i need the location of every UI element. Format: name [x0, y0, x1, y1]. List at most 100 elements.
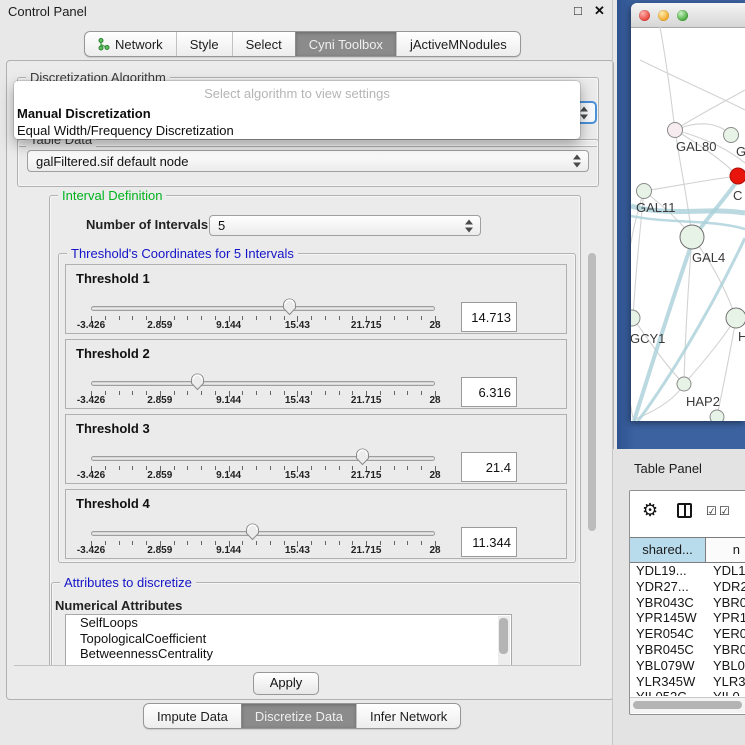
node-hap2[interactable] — [677, 377, 691, 391]
node-gal80[interactable] — [668, 123, 683, 138]
minor-tick — [270, 466, 271, 470]
table-row[interactable]: YIL052CYIL0 — [630, 689, 745, 696]
attributes-list-scrollbar[interactable] — [498, 616, 510, 665]
cell-shared-name: YDR27... — [630, 579, 706, 595]
table-toolbar: ⚙ ☑ ☑ — [630, 491, 745, 536]
node-label-gal11: GAL11 — [636, 200, 676, 215]
table-data-combobox[interactable]: galFiltered.sif default node — [27, 150, 589, 172]
table-row[interactable]: YBR043CYBR0 — [630, 595, 745, 611]
dropdown-option-equal-width-frequency[interactable]: Equal Width/Frequency Discretization — [17, 122, 577, 139]
table-row[interactable]: YLR345WYLR3 — [630, 674, 745, 690]
network-canvas[interactable]: GAL80 GA C GAL11 GAL4 GCY1 H HAP2 — [631, 27, 745, 421]
tab-network[interactable]: Network — [85, 32, 176, 56]
threshold-2-slider-knob[interactable] — [190, 373, 205, 391]
zoom-traffic-light-icon[interactable] — [677, 10, 688, 21]
tab-style[interactable]: Style — [176, 32, 232, 56]
tick-label: 28 — [429, 545, 440, 556]
tab-label: Impute Data — [157, 709, 228, 724]
gear-icon[interactable]: ⚙ — [642, 501, 658, 519]
cell-shared-name: YER054C — [630, 626, 706, 642]
attributes-list-scrollbar-thumb[interactable] — [499, 618, 508, 654]
tick-label: 2.859 — [147, 545, 172, 556]
threshold-2-slider-track[interactable] — [91, 381, 435, 386]
dropdown-hint-item[interactable]: Select algorithm to view settings — [14, 86, 580, 101]
cell-shared-name: YBL079W — [630, 658, 706, 674]
interval-definition-group-label: Interval Definition — [58, 188, 166, 203]
combobox-arrows-icon — [573, 155, 581, 168]
tick-label: 21.715 — [351, 545, 382, 556]
cell-name: YIL0 — [706, 689, 745, 696]
attribute-item-selfloops[interactable]: SelfLoops — [66, 615, 511, 631]
table-row[interactable]: YBR045CYBR0 — [630, 642, 745, 658]
node-h[interactable] — [726, 308, 745, 328]
table-row[interactable]: YER054CYER0 — [630, 626, 745, 642]
table-row[interactable]: YDL19...YDL1 — [630, 563, 745, 579]
node-label-gcy1: GCY1 — [631, 331, 665, 346]
attribute-item-betweennesscentrality[interactable]: BetweennessCentrality — [66, 646, 511, 662]
threshold-2-value-input[interactable]: 6.316 — [461, 377, 517, 407]
float-window-icon[interactable]: □ — [574, 3, 582, 18]
threshold-1-slider-track[interactable] — [91, 306, 435, 311]
tab-jactivemnodules[interactable]: jActiveMNodules — [396, 32, 520, 56]
table-horizontal-scrollbar-thumb[interactable] — [633, 701, 742, 709]
threshold-3-value-input[interactable]: 21.4 — [461, 452, 517, 482]
table-row[interactable]: YPR145WYPR1 — [630, 610, 745, 626]
tab-select[interactable]: Select — [232, 32, 295, 56]
minor-tick — [201, 541, 202, 545]
control-panel-titlebar: Control Panel □ ✕ — [0, 0, 616, 24]
close-traffic-light-icon[interactable] — [639, 10, 650, 21]
tick-label: 15.43 — [285, 320, 310, 331]
minor-tick — [174, 316, 175, 320]
table-row[interactable]: YDR27...YDR2 — [630, 579, 745, 595]
settings-scrollbar-thumb[interactable] — [588, 253, 596, 531]
number-of-intervals-combobox[interactable]: 5 — [209, 215, 481, 236]
checkbox-select-none-icon[interactable]: ☑ — [719, 505, 730, 517]
node-red-selected[interactable] — [730, 168, 745, 184]
threshold-3-slider-track[interactable] — [91, 456, 435, 461]
settings-scrollbar[interactable] — [585, 189, 599, 663]
node-gcy1[interactable] — [631, 310, 640, 326]
table-horizontal-scrollbar[interactable] — [630, 697, 745, 713]
node-ga[interactable] — [724, 128, 739, 143]
threshold-4-slider-knob[interactable] — [245, 523, 260, 541]
column-layout-icon[interactable] — [677, 503, 692, 518]
dropdown-option-manual-discretization[interactable]: Manual Discretization — [17, 105, 577, 122]
tab-impute-data[interactable]: Impute Data — [144, 704, 241, 728]
threshold-3-label: Threshold 3 — [76, 421, 150, 436]
node-gal4[interactable] — [680, 225, 704, 249]
tab-discretize-data[interactable]: Discretize Data — [241, 704, 356, 728]
tick-label: 28 — [429, 395, 440, 406]
threshold-1-value-input[interactable]: 14.713 — [461, 302, 517, 332]
minor-tick — [407, 466, 408, 470]
node-bottom[interactable] — [710, 410, 724, 421]
minor-tick — [339, 316, 340, 320]
table-header-name[interactable]: n — [706, 538, 745, 562]
numerical-attributes-list[interactable]: SelfLoopsTopologicalCoefficientBetweenne… — [65, 614, 512, 666]
minor-tick — [325, 541, 326, 545]
node-gal11[interactable] — [637, 184, 652, 199]
table-panel-title: Table Panel — [634, 461, 702, 476]
combobox-arrows-icon — [465, 219, 473, 232]
tick-label: 21.715 — [351, 470, 382, 481]
minor-tick — [325, 316, 326, 320]
minor-tick — [270, 391, 271, 395]
attribute-item-topologicalcoefficient[interactable]: TopologicalCoefficient — [66, 631, 511, 647]
table-header-shared-name[interactable]: shared... — [630, 538, 706, 562]
cell-name: YBR0 — [706, 595, 745, 611]
minor-tick — [311, 391, 312, 395]
threshold-4-slider-track[interactable] — [91, 531, 435, 536]
minimize-traffic-light-icon[interactable] — [658, 10, 669, 21]
cell-name: YDR2 — [706, 579, 745, 595]
threshold-3-slider-knob[interactable] — [355, 448, 370, 466]
tick-label: 2.859 — [147, 320, 172, 331]
minor-tick — [421, 466, 422, 470]
apply-button[interactable]: Apply — [253, 672, 319, 695]
minor-tick — [256, 316, 257, 320]
threshold-4-value-input[interactable]: 11.344 — [461, 527, 517, 557]
threshold-1-slider-knob[interactable] — [282, 298, 297, 316]
checkbox-select-all-icon[interactable]: ☑ — [706, 505, 717, 517]
tab-infer-network[interactable]: Infer Network — [356, 704, 460, 728]
table-row[interactable]: YBL079WYBL0 — [630, 658, 745, 674]
tab-cyni-toolbox[interactable]: Cyni Toolbox — [295, 32, 396, 56]
close-icon[interactable]: ✕ — [594, 3, 605, 19]
